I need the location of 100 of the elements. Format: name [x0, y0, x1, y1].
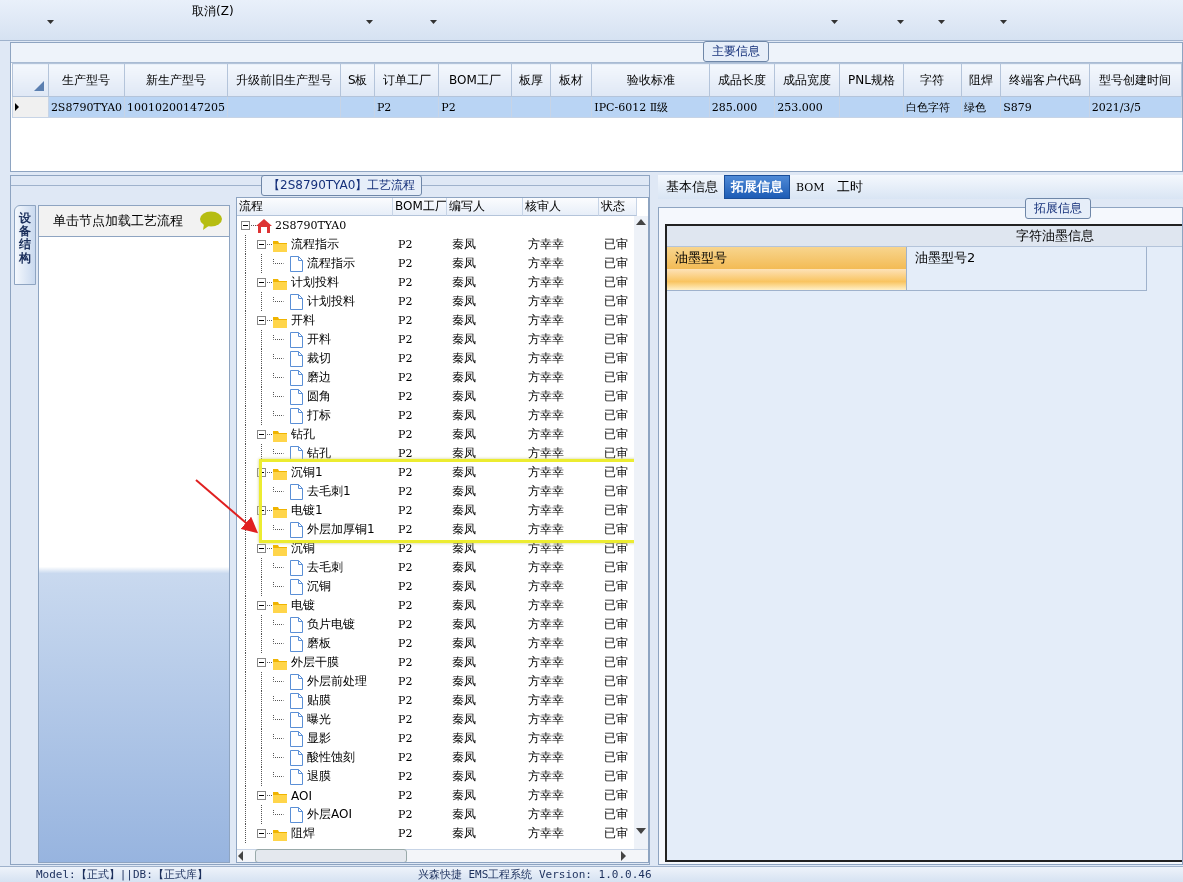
tree-node[interactable]: 贴膜	[307, 692, 331, 709]
tree-node[interactable]: 计划投料	[291, 274, 339, 291]
table-cell-text: 方幸幸	[527, 559, 565, 576]
column-header[interactable]: S板	[340, 63, 375, 97]
tab[interactable]: 拓展信息	[724, 175, 790, 199]
tree-node[interactable]: 阻焊	[291, 825, 315, 842]
table-cell-text: P2	[397, 637, 414, 650]
table-cell-text: P2	[397, 618, 414, 631]
table-cell-text: 已审	[603, 692, 629, 709]
tree-node[interactable]: 计划投料	[307, 293, 355, 310]
tree-node[interactable]: 沉铜	[291, 540, 315, 557]
table-cell-text: P2	[397, 257, 414, 270]
column-header[interactable]: 生产型号	[48, 63, 125, 97]
table-cell-text: 秦凤	[451, 369, 477, 386]
table-cell-text: 方幸幸	[527, 521, 565, 538]
tree-node[interactable]: 2S8790TYA0	[275, 219, 347, 232]
table-cell-text: 已审	[603, 540, 629, 557]
status-text: 兴森快捷 EMS工程系统 Version: 1.0.0.46	[417, 867, 652, 882]
column-header[interactable]: BOM工厂	[438, 63, 512, 97]
table-cell-text: 已审	[603, 464, 629, 481]
table-cell-text: 已审	[603, 369, 629, 386]
hint-text: 单击节点加载工艺流程	[53, 212, 183, 230]
table-cell-text: 方幸幸	[527, 654, 565, 671]
column-header[interactable]: 终端客户代码	[1000, 63, 1090, 97]
column-header[interactable]: 状态	[599, 198, 637, 216]
tree-node[interactable]: 曝光	[307, 711, 331, 728]
column-header[interactable]: 订单工厂	[374, 63, 439, 97]
table-cell-text: 已审	[603, 654, 629, 671]
tree-node[interactable]: 去毛刺1	[307, 483, 351, 500]
column-header[interactable]: 阻焊	[961, 63, 1001, 97]
column-header[interactable]: 编写人	[447, 198, 523, 216]
column-header[interactable]: 验收标准	[591, 63, 710, 97]
table-cell-text: 已审	[603, 749, 629, 766]
table-cell-text: P2	[397, 808, 414, 821]
tree-node[interactable]: 外层干膜	[291, 654, 339, 671]
table-cell-text: 秦凤	[451, 502, 477, 519]
table-cell-text: 方幸幸	[527, 578, 565, 595]
column-header[interactable]: 流程	[237, 198, 393, 216]
table-cell-text: 方幸幸	[527, 255, 565, 272]
tab[interactable]: 工时	[830, 175, 869, 199]
column-header[interactable]: 升级前旧生产型号	[227, 63, 341, 97]
tree-node[interactable]: 去毛刺	[307, 559, 343, 576]
table-cell-text: 已审	[603, 274, 629, 291]
tree-node[interactable]: 沉铜	[307, 578, 331, 595]
table-cell-text: 方幸幸	[527, 464, 565, 481]
tree-node[interactable]: 显影	[307, 730, 331, 747]
tree-node[interactable]: 钻孔	[291, 426, 315, 443]
tree-node[interactable]: AOI	[291, 788, 312, 803]
tree-node[interactable]: 打标	[307, 407, 331, 424]
tab[interactable]: BOM	[790, 175, 831, 199]
table-cell-text: 秦凤	[451, 635, 477, 652]
table-cell-text: 方幸幸	[527, 236, 565, 253]
table-cell-text: P2	[397, 371, 414, 384]
tree-node[interactable]: 电镀1	[291, 502, 323, 519]
tree-node[interactable]: 电镀	[291, 597, 315, 614]
column-header[interactable]: BOM工厂	[393, 198, 447, 216]
table-cell-text: P2	[397, 523, 414, 536]
table-cell-text: P2	[397, 827, 414, 840]
tree-node[interactable]: 退膜	[307, 768, 331, 785]
property-label: 油墨型号	[667, 247, 907, 270]
column-header[interactable]: 板厚	[511, 63, 551, 97]
tree-node[interactable]: 流程指示	[307, 255, 355, 272]
table-cell-text: 方幸幸	[527, 502, 565, 519]
menu-item[interactable]: 取消(Z)	[180, 2, 246, 20]
table-cell-text: 方幸幸	[527, 635, 565, 652]
tree-node[interactable]: 磨边	[307, 369, 331, 386]
tree-node[interactable]: 外层前处理	[307, 673, 367, 690]
column-header[interactable]: 成品长度	[709, 63, 775, 97]
table-cell-text: 已审	[603, 331, 629, 348]
table-cell-text: 秦凤	[451, 825, 477, 842]
tree-node[interactable]: 开料	[291, 312, 315, 329]
tree-node[interactable]: 外层AOI	[307, 806, 352, 823]
table-cell-text: P2	[397, 770, 414, 783]
column-header[interactable]: 字符	[903, 63, 962, 97]
table-cell-text: 秦凤	[451, 730, 477, 747]
column-header[interactable]: 型号创建时间	[1089, 63, 1182, 97]
tree-node[interactable]: 负片电镀	[307, 616, 355, 633]
tree-node[interactable]: 开料	[307, 331, 331, 348]
tree-node[interactable]: 裁切	[307, 350, 331, 367]
column-header[interactable]: 新生产型号	[124, 63, 228, 97]
table-cell-text: 秦凤	[451, 236, 477, 253]
table-cell-text: P2	[397, 599, 414, 612]
tree-node[interactable]: 酸性蚀刻	[307, 749, 355, 766]
tree-node[interactable]: 磨板	[307, 635, 331, 652]
table-cell-text: 方幸幸	[527, 616, 565, 633]
column-header[interactable]: 核审人	[523, 198, 599, 216]
table-cell-text: P2	[397, 295, 414, 308]
grid-header: 字符油墨信息	[667, 226, 1182, 247]
tree-node[interactable]: 钻孔	[307, 445, 331, 462]
tree-node[interactable]: 外层加厚铜1	[307, 521, 375, 538]
table-cell-text: P2	[397, 561, 414, 574]
tree-node[interactable]: 沉铜1	[291, 464, 323, 481]
table-cell-text: P2	[397, 447, 414, 460]
tree-node[interactable]: 流程指示	[291, 236, 339, 253]
column-header[interactable]: 成品宽度	[774, 63, 840, 97]
column-header[interactable]: PNL规格	[839, 63, 904, 97]
tree-node[interactable]: 圆角	[307, 388, 331, 405]
tab[interactable]: 基本信息	[660, 175, 724, 199]
column-header[interactable]: 板材	[550, 63, 592, 97]
side-tab[interactable]: 设备结构	[14, 205, 36, 285]
